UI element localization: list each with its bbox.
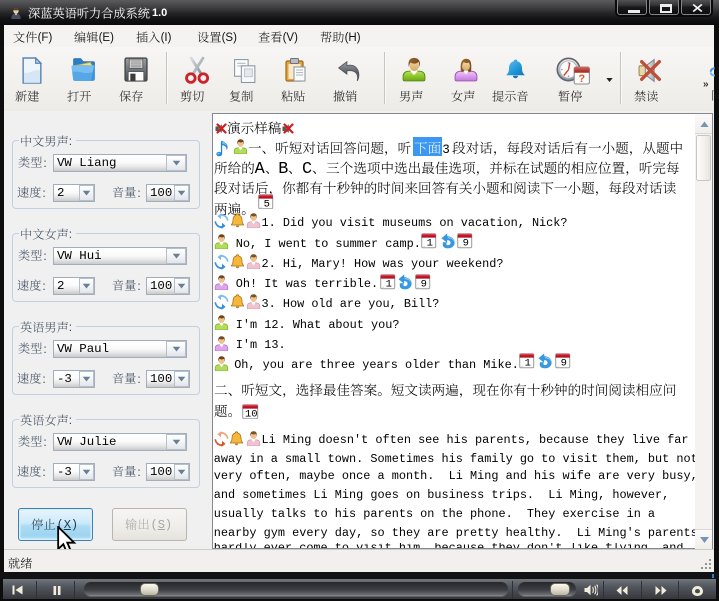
svg-text:1: 1 <box>385 278 391 289</box>
svg-text:1: 1 <box>427 237 433 248</box>
svg-text:9: 9 <box>420 278 426 289</box>
svg-text:9: 9 <box>561 358 567 369</box>
svg-text:9: 9 <box>463 237 469 248</box>
svg-text:10: 10 <box>244 408 257 419</box>
svg-text:?: ? <box>578 73 585 85</box>
svg-text:5: 5 <box>264 198 270 209</box>
svg-text:1: 1 <box>524 358 530 369</box>
